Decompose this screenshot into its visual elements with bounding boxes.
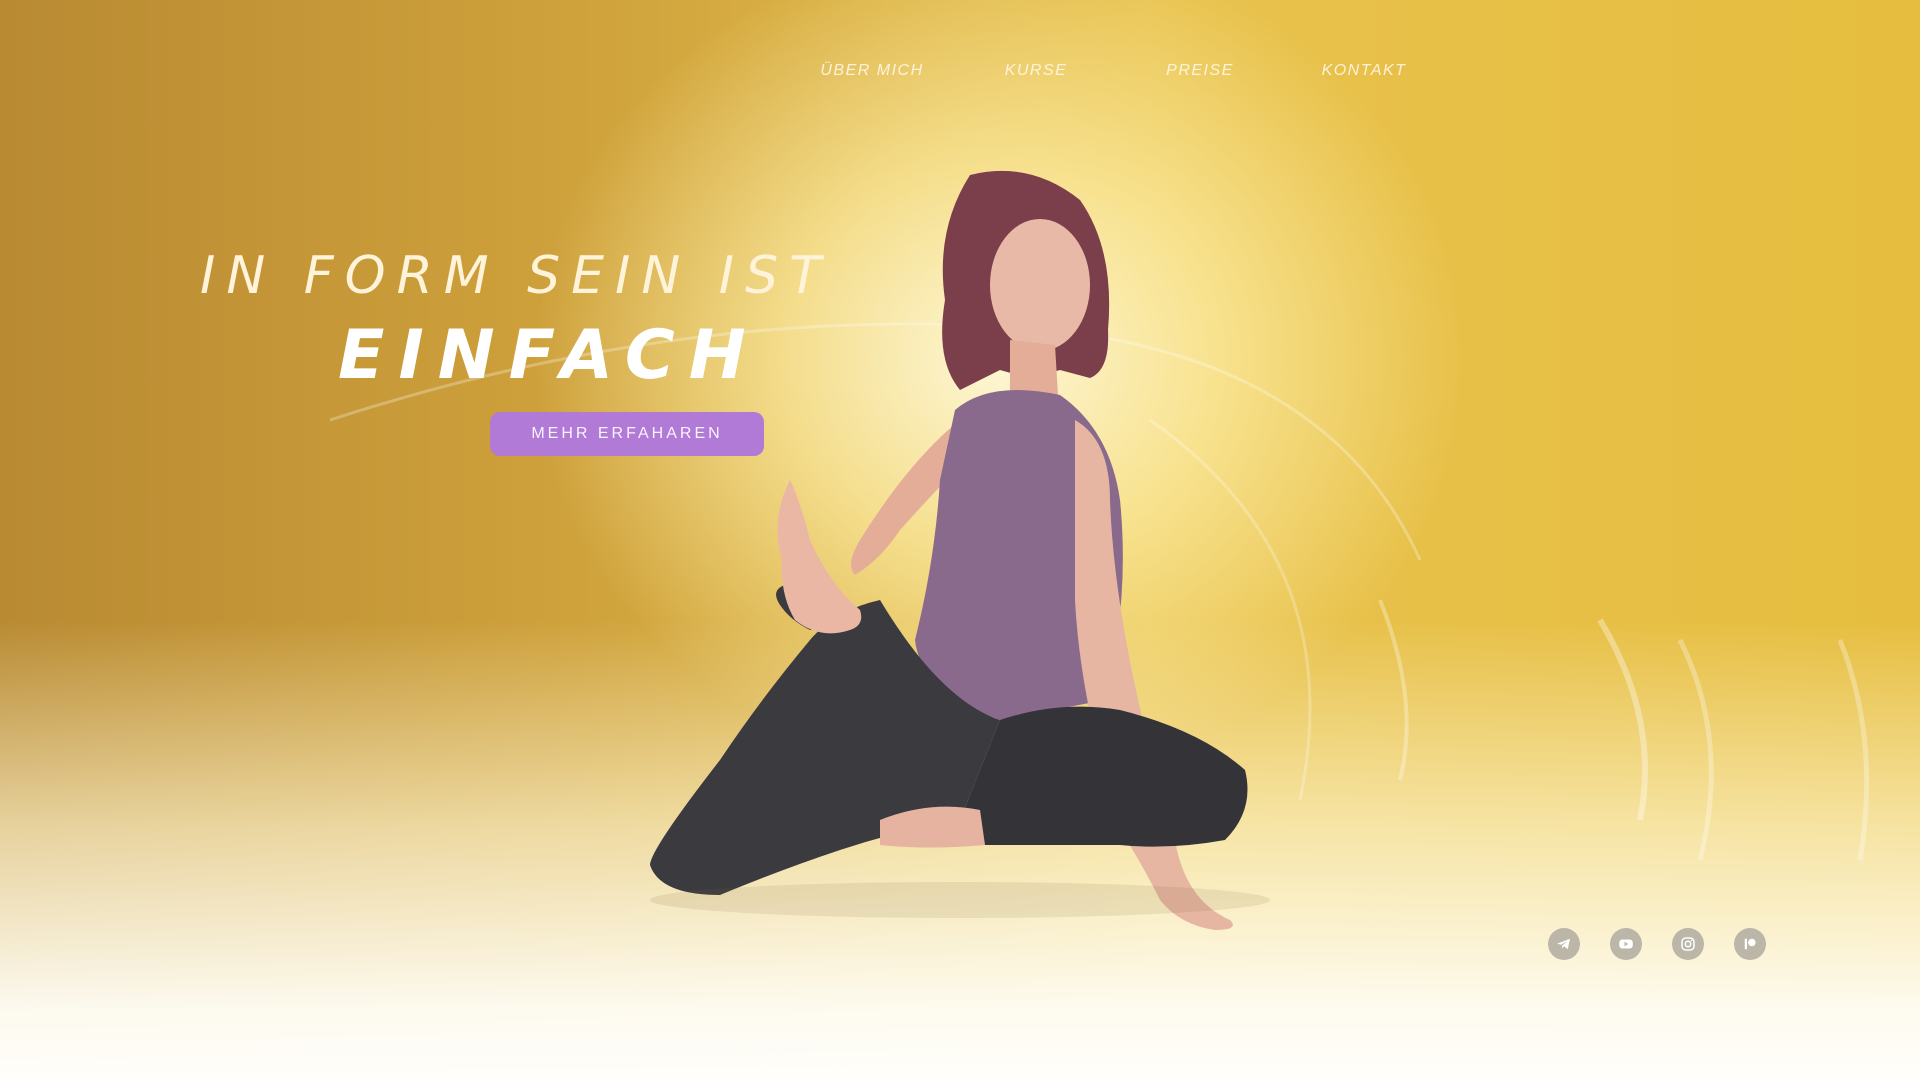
- telegram-icon[interactable]: [1548, 928, 1580, 960]
- instagram-icon[interactable]: [1672, 928, 1704, 960]
- hero-headline-line2: EINFACH: [338, 316, 760, 395]
- social-links: [1548, 928, 1766, 960]
- youtube-icon[interactable]: [1610, 928, 1642, 960]
- yoga-woman-image: [650, 170, 1270, 930]
- hero-headline-line1: IN FORM SEIN IST: [200, 246, 832, 306]
- patreon-icon[interactable]: [1734, 928, 1766, 960]
- more-info-button[interactable]: MEHR ERFAHAREN: [490, 412, 764, 456]
